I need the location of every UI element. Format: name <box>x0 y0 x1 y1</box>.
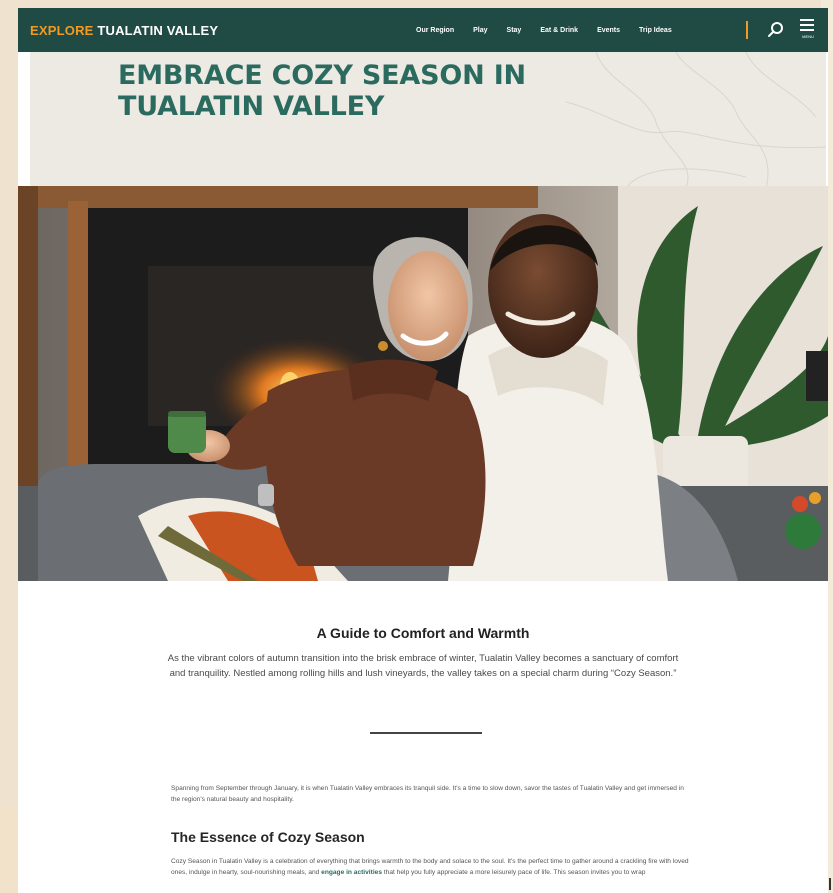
article-content: A Guide to Comfort and Warmth As the vib… <box>18 581 828 893</box>
nav-divider <box>746 21 748 39</box>
logo-explore: EXPLORE <box>30 22 94 38</box>
section-divider <box>370 732 482 734</box>
hero-photo-couple-by-fireplace <box>18 186 828 581</box>
nav-link-our-region[interactable]: Our Region <box>416 27 454 34</box>
paragraph2-text-b: that help you fully appreciate a more le… <box>382 869 646 876</box>
hero-header: EMBRACE COZY SEASON IN TUALATIN VALLEY <box>30 52 826 188</box>
body-paragraph-2: Cozy Season in Tualatin Valley is a cele… <box>171 856 701 878</box>
logo-tualatin-valley: TUALATIN VALLEY <box>97 22 219 38</box>
site-logo[interactable]: EXPLORE TUALATIN VALLEY <box>30 23 218 38</box>
nav-link-stay[interactable]: Stay <box>507 27 522 34</box>
page-frame: EXPLORE TUALATIN VALLEY Our Region Play … <box>18 8 828 893</box>
lead-paragraph: As the vibrant colors of autumn transiti… <box>167 653 679 679</box>
subheading-essence: The Essence of Cozy Season <box>171 829 365 845</box>
section-heading: A Guide to Comfort and Warmth <box>316 625 530 641</box>
body-paragraph-1: Spanning from September through January,… <box>171 785 684 803</box>
menu-label: MENU <box>802 34 814 39</box>
nav-link-eat-drink[interactable]: Eat & Drink <box>540 27 578 34</box>
nav-link-events[interactable]: Events <box>597 27 620 34</box>
nav-link-play[interactable]: Play <box>473 27 487 34</box>
scrollbar-thumb[interactable] <box>829 878 831 890</box>
nav-link-trip-ideas[interactable]: Trip Ideas <box>639 27 672 34</box>
search-icon[interactable] <box>766 20 786 40</box>
topographic-map-graphic <box>566 52 826 188</box>
main-nav: Our Region Play Stay Eat & Drink Events … <box>416 8 691 52</box>
hamburger-menu-icon[interactable]: MENU <box>798 16 818 46</box>
page-title: EMBRACE COZY SEASON IN TUALATIN VALLEY <box>118 60 526 122</box>
engage-in-activities-link[interactable]: engage in activities <box>321 869 382 876</box>
page-backdrop-left <box>0 810 20 893</box>
site-header: EXPLORE TUALATIN VALLEY Our Region Play … <box>18 8 828 52</box>
